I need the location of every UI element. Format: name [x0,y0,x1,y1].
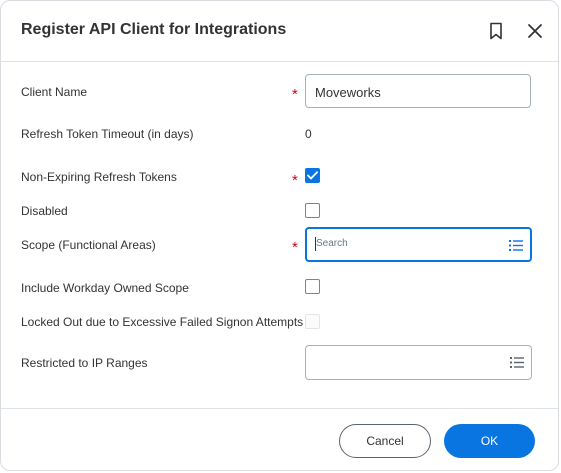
bookmark-icon[interactable] [484,19,508,43]
ip-ranges-label: Restricted to IP Ranges [21,356,148,370]
client-name-value: Moveworks [315,85,381,100]
list-icon[interactable] [510,355,524,373]
non-expiring-label: Non-Expiring Refresh Tokens [21,170,177,184]
close-icon[interactable] [523,19,547,43]
scope-label: Scope (Functional Areas) [21,238,156,252]
disabled-label: Disabled [21,204,68,218]
workday-scope-checkbox[interactable] [305,279,320,294]
dialog-header: Register API Client for Integrations [1,1,558,62]
client-name-label: Client Name [21,85,88,99]
dialog-footer: Cancel OK [1,408,558,470]
list-icon[interactable] [509,238,523,256]
locked-out-label: Locked Out due to Excessive Failed Signo… [21,315,304,329]
refresh-timeout-label: Refresh Token Timeout (in days) [21,127,194,141]
required-indicator: * [292,172,298,189]
ip-ranges-input[interactable] [305,345,532,380]
required-indicator: * [292,86,298,103]
non-expiring-checkbox[interactable] [305,168,320,183]
required-indicator: * [292,239,298,256]
scope-search-input[interactable]: Search [305,227,532,262]
disabled-checkbox[interactable] [305,203,320,218]
ok-button[interactable]: OK [444,424,535,458]
client-name-field[interactable]: Moveworks [305,74,531,108]
cancel-button[interactable]: Cancel [339,424,431,458]
dialog-title: Register API Client for Integrations [21,21,287,38]
scope-search-placeholder: Search [316,238,348,249]
locked-out-checkbox [305,314,320,329]
checkmark-icon [307,171,318,180]
register-api-client-dialog: Register API Client for Integrations Cli… [0,0,559,471]
refresh-timeout-value: 0 [305,127,312,141]
workday-scope-label: Include Workday Owned Scope [21,281,189,295]
